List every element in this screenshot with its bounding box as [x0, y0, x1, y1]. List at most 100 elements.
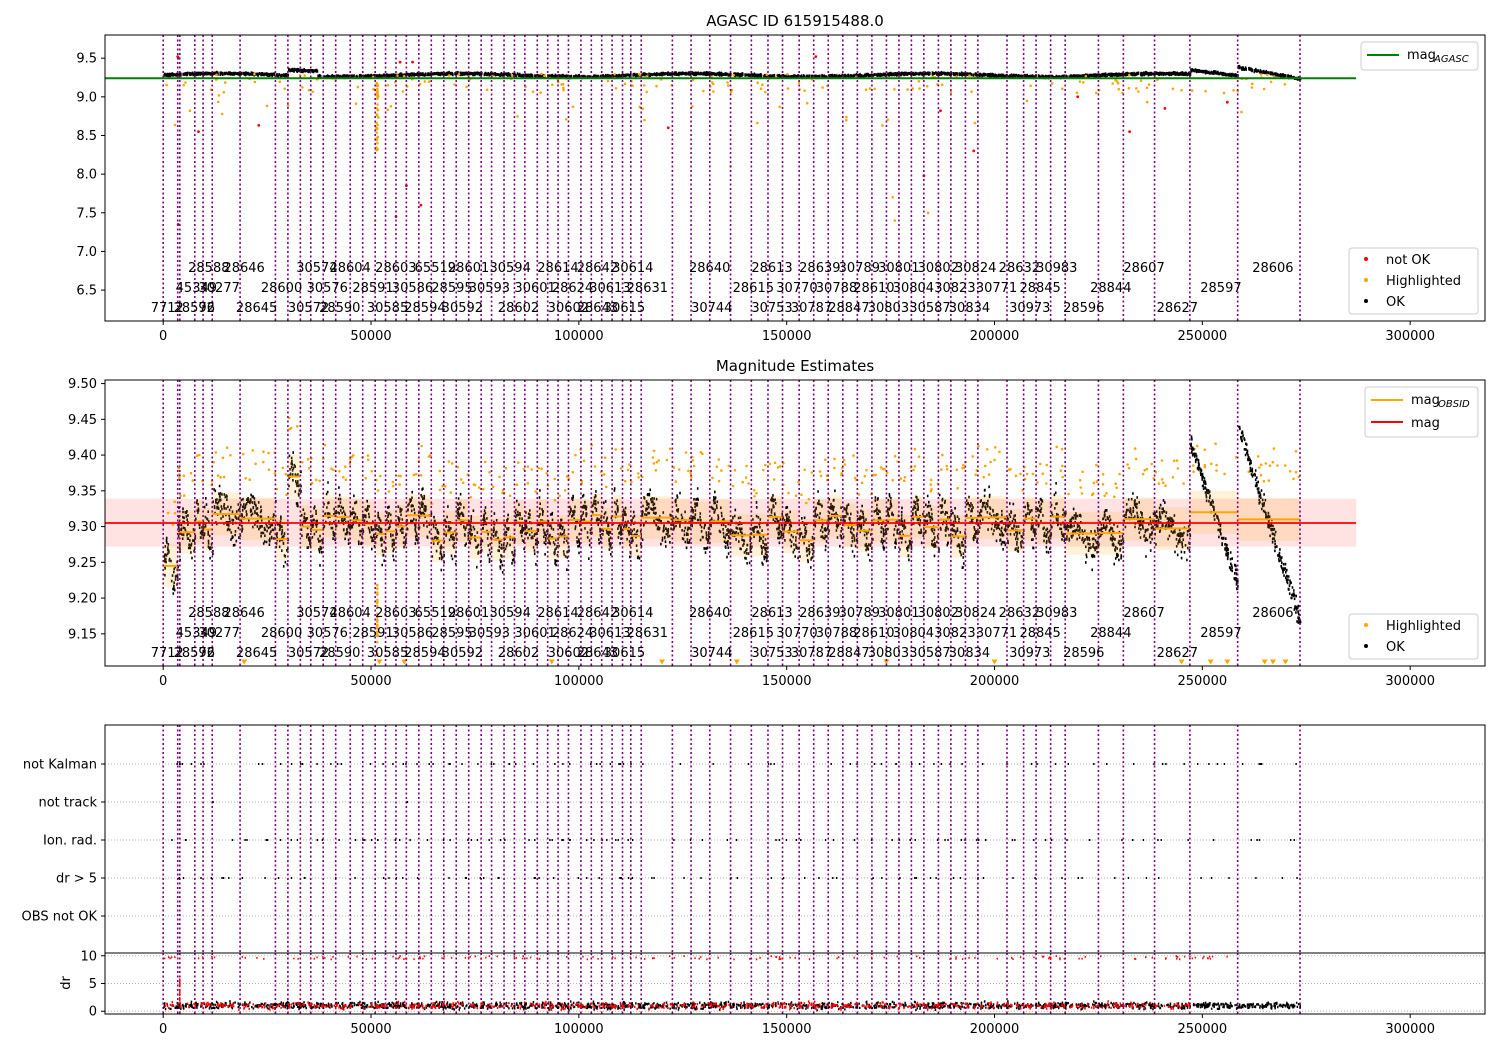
- obsid-label: 28613: [751, 606, 792, 621]
- obsid-label: 28845: [1019, 281, 1060, 296]
- obsid-label: 30594: [489, 261, 530, 276]
- obsid-label: 28590: [319, 301, 360, 316]
- obsid-label: 28600: [261, 281, 302, 296]
- legend-highlighted-marker: [1364, 278, 1368, 282]
- obsid-label: 28597: [1200, 626, 1241, 641]
- obsid-label: 28614: [537, 606, 578, 621]
- y-tick-label: 0: [89, 1005, 97, 1020]
- obsid-label: 28595: [431, 626, 472, 641]
- obsid-label: 30973: [1009, 301, 1050, 316]
- obsid-label: 30787: [791, 301, 832, 316]
- x-tick-label: 50000: [350, 1022, 391, 1037]
- obsid-label: 28604: [329, 261, 370, 276]
- obsid-label: 28597: [1200, 281, 1241, 296]
- obsid-label: 30803: [868, 646, 909, 661]
- legend-highlighted-marker: [1364, 623, 1368, 627]
- obsid-label: 76: [199, 301, 216, 316]
- obsid-label: 30834: [949, 646, 990, 661]
- obsid-label: 30592: [442, 301, 483, 316]
- y-tick-label: 8.5: [76, 129, 97, 144]
- obsid-label: 76: [199, 646, 216, 661]
- x-tick-label: 300000: [1385, 1022, 1435, 1037]
- panel-magnitude-legend-lower: Highlighted OK: [1348, 613, 1479, 660]
- obsid-label: 30614: [612, 606, 653, 621]
- obsid-label: 30613: [589, 626, 630, 641]
- obsid-label: 28610: [853, 281, 894, 296]
- x-tick-label: 200000: [970, 1022, 1020, 1037]
- obsid-label: 28604: [329, 606, 370, 621]
- legend-agasc-label: mag: [1407, 48, 1436, 63]
- obsid-label: 28615: [733, 626, 774, 641]
- obsid-label: 28640: [689, 606, 730, 621]
- obsid-label: 30585: [367, 646, 408, 661]
- obsid-label: 30587: [909, 301, 950, 316]
- obsid-label: 30587: [909, 646, 950, 661]
- obsid-label: 28631: [627, 281, 668, 296]
- obsid-label: 28645: [236, 646, 277, 661]
- panel-dr-y-label: dr: [59, 976, 74, 990]
- obsid-label: 30277: [199, 281, 240, 296]
- y-tick-label: 5: [89, 977, 97, 992]
- category-label: dr > 5: [56, 872, 97, 887]
- x-tick-label: 250000: [1178, 1022, 1228, 1037]
- obsid-label: 28594: [404, 646, 445, 661]
- obsid-label: 28639: [799, 261, 840, 276]
- obsid-label: 28632: [999, 261, 1040, 276]
- x-tick-label: 100000: [554, 1022, 604, 1037]
- x-tick-label: 200000: [970, 674, 1020, 689]
- legend-mag-obsid-label: mag: [1411, 393, 1440, 408]
- obsid-label: 30744: [691, 301, 732, 316]
- obsid-label: 30586: [392, 281, 433, 296]
- obsid-label: 30753: [751, 301, 792, 316]
- obsid-label: 30788: [816, 281, 857, 296]
- obsid-label: 28603: [375, 606, 416, 621]
- category-label: Ion. rad.: [43, 834, 97, 849]
- category-label: not Kalman: [23, 758, 97, 773]
- obsid-label: 30834: [949, 301, 990, 316]
- obsid-label: 28591: [352, 281, 393, 296]
- obsid-label: 30601: [514, 626, 555, 641]
- obsid-label: 28632: [999, 606, 1040, 621]
- y-tick-label: 9.15: [68, 627, 97, 642]
- obsid-label: 30824: [955, 606, 996, 621]
- legend-ok-label: OK: [1386, 640, 1405, 655]
- obsid-label: 30592: [442, 646, 483, 661]
- obsid-label: 28624: [552, 281, 593, 296]
- legend-mag-label: mag: [1411, 416, 1440, 431]
- panel-agasc-legend-upper: mag AGASC: [1360, 41, 1479, 71]
- obsid-label: 30594: [489, 606, 530, 621]
- legend-not-ok-label: not OK: [1386, 253, 1431, 268]
- obsid-label: 28627: [1157, 301, 1198, 316]
- obsid-label: 28602: [498, 646, 539, 661]
- x-tick-label: 150000: [762, 329, 812, 344]
- legend-mag-obsid-subscript: OBSID: [1438, 399, 1470, 410]
- obsid-label: 28640: [689, 261, 730, 276]
- legend-highlighted-label: Highlighted: [1386, 619, 1461, 634]
- obsid-label: 28594: [404, 301, 445, 316]
- obsid-label: 30615: [604, 646, 645, 661]
- obsid-label: 30277: [199, 626, 240, 641]
- y-tick-label: 10: [80, 949, 97, 964]
- obsid-label: 28613: [751, 261, 792, 276]
- obsid-label: 28614: [537, 261, 578, 276]
- obsid-label: 28595: [431, 281, 472, 296]
- obsid-label: 28646: [223, 261, 264, 276]
- x-tick-label: 250000: [1178, 329, 1228, 344]
- obsid-label: 30802: [918, 606, 959, 621]
- legend-not-ok-marker: [1364, 257, 1368, 261]
- obsid-label: 30576: [307, 281, 348, 296]
- obsid-label: 28847: [828, 646, 869, 661]
- obsid-label: 28847: [828, 301, 869, 316]
- obsid-label: 30770: [776, 626, 817, 641]
- obsid-label: 30771: [976, 281, 1017, 296]
- legend-ok-marker: [1364, 644, 1368, 648]
- category-label: OBS not OK: [22, 910, 98, 925]
- x-tick-label: 150000: [762, 1022, 812, 1037]
- obsid-label: 30613: [589, 281, 630, 296]
- obsid-label: 30803: [868, 301, 909, 316]
- obsid-label: 28601: [448, 606, 489, 621]
- y-tick-label: 9.30: [68, 520, 97, 535]
- obsid-label: 28601: [448, 261, 489, 276]
- x-tick-label: 300000: [1385, 674, 1435, 689]
- y-tick-label: 8.0: [76, 168, 97, 183]
